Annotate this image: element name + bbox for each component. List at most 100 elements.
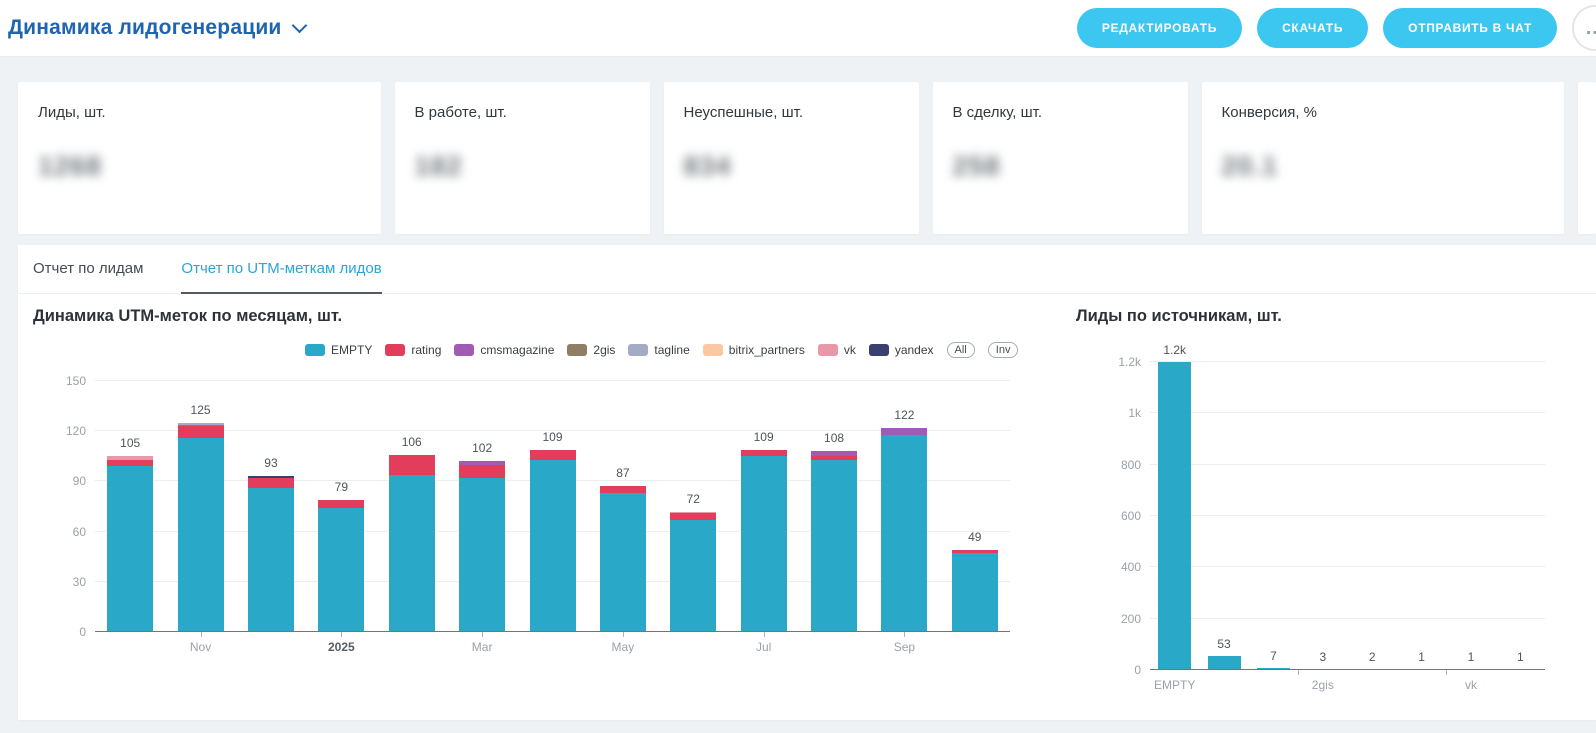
y-axis-label: 60 xyxy=(42,525,86,539)
bar-segment-rating xyxy=(600,486,646,493)
bar-segment-empty xyxy=(811,460,857,632)
bar-value-label: 108 xyxy=(824,431,844,445)
x-axis-label: Nov xyxy=(190,640,211,654)
y-axis-label: 90 xyxy=(42,474,86,488)
legend-item-empty[interactable]: EMPTY xyxy=(305,343,372,357)
bar-value-label: 93 xyxy=(264,456,277,470)
source-bar-1[interactable] xyxy=(1208,656,1241,670)
bar-oct-12[interactable] xyxy=(952,550,998,632)
bar-value-label: 53 xyxy=(1217,637,1230,651)
y-axis-label: 0 xyxy=(42,625,86,639)
page-title: Динамика лидогенерации xyxy=(8,16,282,40)
gridline xyxy=(1150,515,1545,516)
tab-leads-report[interactable]: Отчет по лидам xyxy=(33,245,143,294)
legend-item-cmsmagazine[interactable]: cmsmagazine xyxy=(454,343,554,357)
bar-segment-rating xyxy=(459,465,505,478)
legend-label: bitrix_partners xyxy=(729,343,805,357)
download-button[interactable]: СКАЧАТЬ xyxy=(1257,8,1368,48)
bar-segment-empty xyxy=(318,508,364,632)
bar-segment-rating xyxy=(389,455,435,475)
axis-tick xyxy=(623,632,624,637)
bar-segment-empty xyxy=(881,435,927,632)
stat-card-value-blurred: 182 xyxy=(415,151,630,182)
bar-segment-empty xyxy=(178,438,224,632)
left-chart-title: Динамика UTM-меток по месяцам, шт. xyxy=(33,307,342,326)
stat-card: Лиды, шт. 1268 xyxy=(18,82,381,234)
gridline xyxy=(95,380,1010,381)
send-to-chat-button[interactable]: ОТПРАВИТЬ В ЧАТ xyxy=(1383,8,1557,48)
bar-jun-8[interactable] xyxy=(670,512,716,632)
legend-item-yandex[interactable]: yandex xyxy=(869,343,934,357)
bar-segment-empty xyxy=(107,466,153,632)
legend-item-rating[interactable]: rating xyxy=(385,343,441,357)
bar-nov-1[interactable] xyxy=(178,423,224,632)
x-axis-label: vk xyxy=(1465,678,1477,692)
utm-months-chart: 0306090120150105125937910610210987721091… xyxy=(95,381,1010,632)
bar-value-label: 122 xyxy=(894,408,914,422)
stat-card-title: Лиды, шт. xyxy=(38,104,361,121)
legend-zoom-inv[interactable]: Inv xyxy=(988,342,1019,358)
bar-may-7[interactable] xyxy=(600,486,646,632)
legend-swatch xyxy=(628,344,648,356)
stat-card-value-blurred: 834 xyxy=(684,151,899,182)
bar-segment xyxy=(1208,656,1241,670)
source-bar-0[interactable] xyxy=(1158,362,1191,670)
bar-segment-cmsmagazine xyxy=(881,428,927,435)
legend-label: rating xyxy=(411,343,441,357)
bar-jan-3[interactable] xyxy=(318,500,364,632)
bar-feb-4[interactable] xyxy=(389,455,435,632)
axis-tick xyxy=(1446,670,1447,675)
legend-item-vk[interactable]: vk xyxy=(818,343,856,357)
stat-card-partial xyxy=(1578,82,1596,234)
legend-zoom-all[interactable]: All xyxy=(947,342,975,358)
y-axis-label: 150 xyxy=(42,374,86,388)
bar-apr-6[interactable] xyxy=(530,450,576,632)
bar-value-label: 1.2k xyxy=(1163,343,1186,357)
legend-label: cmsmagazine xyxy=(480,343,554,357)
stat-card-value-blurred: 258 xyxy=(953,151,1168,182)
bar-value-label: 1 xyxy=(1418,650,1425,664)
legend-swatch xyxy=(818,344,838,356)
bar-segment-empty xyxy=(952,553,998,632)
y-axis-label: 1.2k xyxy=(1097,355,1141,369)
bar-mar-5[interactable] xyxy=(459,461,505,632)
report-title-dropdown[interactable]: Динамика лидогенерации xyxy=(0,16,305,40)
bar-segment-empty xyxy=(530,460,576,632)
bar-value-label: 3 xyxy=(1319,650,1326,664)
bar-aug-10[interactable] xyxy=(811,451,857,632)
dashboard-page: Динамика лидогенерации РЕДАКТИРОВАТЬ СКАЧ… xyxy=(0,0,1596,733)
bar-segment-rating xyxy=(318,500,364,508)
stat-card: В работе, шт.182 xyxy=(395,82,650,234)
bar-dec-2[interactable] xyxy=(248,476,294,632)
header-buttons: РЕДАКТИРОВАТЬ СКАЧАТЬ ОТПРАВИТЬ В ЧАТ … xyxy=(1077,5,1596,51)
legend-swatch xyxy=(305,344,325,356)
more-button[interactable]: … xyxy=(1572,5,1596,51)
legend-item-tagline[interactable]: tagline xyxy=(628,343,689,357)
legend-item-bitrix_partners[interactable]: bitrix_partners xyxy=(703,343,805,357)
header: Динамика лидогенерации РЕДАКТИРОВАТЬ СКАЧ… xyxy=(0,0,1596,57)
edit-button[interactable]: РЕДАКТИРОВАТЬ xyxy=(1077,8,1242,48)
bar-sep-11[interactable] xyxy=(881,428,927,632)
bar-value-label: 49 xyxy=(968,530,981,544)
stat-card: Конверсия, %20.1 xyxy=(1202,82,1565,234)
x-axis-line xyxy=(95,631,1010,632)
legend-item-2gis[interactable]: 2gis xyxy=(567,343,615,357)
bar-segment-empty xyxy=(600,493,646,632)
legend-swatch xyxy=(869,344,889,356)
legend-label: tagline xyxy=(654,343,689,357)
stat-card-title: Конверсия, % xyxy=(1222,104,1545,121)
stat-card-title: Неуспешные, шт. xyxy=(684,104,899,121)
stat-card: Неуспешные, шт. 834 xyxy=(664,82,919,234)
y-axis-label: 600 xyxy=(1097,509,1141,523)
gridline xyxy=(1150,361,1545,362)
bar-oct-0[interactable] xyxy=(107,456,153,632)
bar-value-label: 109 xyxy=(542,430,562,444)
legend-swatch xyxy=(385,344,405,356)
bar-jul-9[interactable] xyxy=(741,450,787,632)
leads-by-source-chart: 02004006008001k1.2k1.2k53732111EMPTY2gis… xyxy=(1150,362,1545,670)
tab-utm-report[interactable]: Отчет по UTM-меткам лидов xyxy=(181,245,381,294)
bar-value-label: 1 xyxy=(1517,650,1524,664)
stat-card: В сделку, шт.258 xyxy=(933,82,1188,234)
stat-card-value-blurred: 1268 xyxy=(38,151,361,182)
bar-segment-rating xyxy=(741,450,787,457)
